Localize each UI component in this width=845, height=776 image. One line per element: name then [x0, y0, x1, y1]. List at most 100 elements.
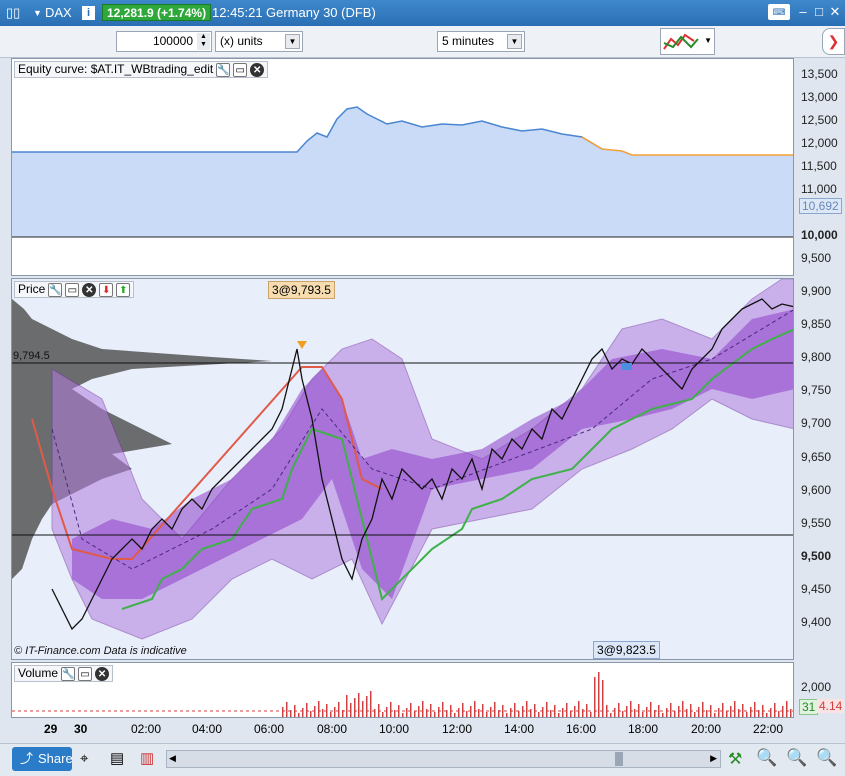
- volume-bar: [434, 712, 436, 717]
- time-tick: 10:00: [379, 722, 410, 736]
- side-panel-toggle[interactable]: ❯: [822, 28, 845, 55]
- arrow-down-icon[interactable]: ⬇: [99, 282, 114, 297]
- volume-bar: [474, 701, 476, 717]
- volume-bar: [322, 709, 324, 717]
- volume-bar: [650, 702, 652, 717]
- chevron-down-icon[interactable]: ▼: [507, 34, 522, 49]
- volume-bar: [402, 713, 404, 717]
- close-icon[interactable]: ✕: [82, 282, 97, 297]
- zoom-out-icon[interactable]: 🔍: [786, 748, 807, 768]
- volume-bar: [586, 704, 588, 717]
- volume-bar: [702, 702, 704, 717]
- scroll-right-icon[interactable]: ▶: [710, 753, 717, 764]
- close-icon[interactable]: ✕: [95, 666, 110, 681]
- volume-bar: [570, 711, 572, 717]
- price-tick: 9,850: [801, 317, 832, 331]
- arrow-up-icon[interactable]: ⬆: [116, 282, 131, 297]
- volume-bar: [414, 711, 416, 717]
- volume-bar: [550, 710, 552, 717]
- volume-bar: [610, 713, 612, 717]
- volume-axis: 2,000 31 4.14: [795, 662, 845, 718]
- bottom-toolbar: ⤴ Share ⌖ ▤ ▥ ◀ ▶ ⚒ 🔍 🔍 🔍: [0, 743, 845, 776]
- volume-bar: [590, 712, 592, 717]
- scroll-thumb[interactable]: [615, 752, 623, 766]
- info-icon[interactable]: i: [82, 6, 95, 20]
- price-tick: 9,900: [801, 284, 832, 298]
- wrench-icon[interactable]: 🔧: [61, 666, 76, 681]
- volume-bar: [366, 696, 368, 717]
- volume-bar: [578, 701, 580, 717]
- close-button[interactable]: ✕: [827, 4, 843, 20]
- price-tick: 9,400: [801, 615, 832, 629]
- scroll-left-icon[interactable]: ◀: [169, 753, 176, 764]
- bar-chart-icon[interactable]: ▥: [140, 749, 154, 767]
- chart-settings-icon[interactable]: ▤: [110, 749, 124, 767]
- zoom-in-icon[interactable]: 🔍: [816, 748, 837, 768]
- time-tick: 22:00: [753, 722, 784, 736]
- volume-bar: [662, 713, 664, 717]
- volume-bar: [426, 709, 428, 717]
- units-select[interactable]: (x) units ▼: [215, 31, 303, 52]
- stepper-arrows-icon[interactable]: ▲ ▼: [197, 33, 210, 50]
- quantity-stepper[interactable]: 100000 ▲ ▼: [116, 31, 212, 52]
- minimize-button[interactable]: –: [795, 4, 811, 20]
- volume-bar: [714, 713, 716, 717]
- price-tick: 9,600: [801, 483, 832, 497]
- chevron-down-icon[interactable]: ▼: [704, 36, 712, 45]
- volume-bar: [334, 707, 336, 717]
- order-tag-bottom[interactable]: 3@9,823.5: [593, 641, 660, 659]
- volume-bar: [422, 701, 424, 717]
- volume-bar: [478, 709, 480, 717]
- close-icon[interactable]: ✕: [250, 62, 265, 77]
- equity-tick: 12,000: [801, 136, 838, 150]
- volume-bar: [770, 708, 772, 717]
- volume-bar: [566, 703, 568, 717]
- equity-curve-panel[interactable]: Equity curve: $AT.IT_WBtrading_edit 🔧 ▭ …: [11, 58, 794, 276]
- toolbar: 100000 ▲ ▼ (x) units ▼ 5 minutes ▼ ▼ ❯: [0, 26, 845, 58]
- volume-bar: [338, 702, 340, 717]
- volume-bar: [462, 703, 464, 717]
- maximize-button[interactable]: □: [811, 4, 827, 20]
- volume-bar: [542, 707, 544, 717]
- wrench-icon[interactable]: 🔧: [216, 62, 231, 77]
- share-button[interactable]: ⤴ Share: [12, 747, 73, 771]
- chevron-down-icon[interactable]: ▼: [33, 8, 42, 18]
- chevron-down-icon[interactable]: ▼: [285, 34, 300, 49]
- time-tick: 12:00: [442, 722, 473, 736]
- timeframe-select[interactable]: 5 minutes ▼: [437, 31, 525, 52]
- time-tick: 02:00: [131, 722, 162, 736]
- time-tick: 29: [44, 722, 58, 736]
- volume-chart: [12, 672, 793, 717]
- volume-bar: [642, 712, 644, 717]
- window-icon[interactable]: ▭: [233, 62, 248, 77]
- wrench-icon[interactable]: 🔧: [48, 282, 63, 297]
- volume-bar: [442, 702, 444, 717]
- keyboard-icon[interactable]: ⌨: [768, 4, 790, 20]
- price-tick: 9,800: [801, 350, 832, 364]
- volume-bar: [438, 707, 440, 717]
- tools-icon[interactable]: ⚒: [728, 749, 742, 769]
- volume-bar: [306, 703, 308, 717]
- volume-bar: [514, 703, 516, 717]
- time-tick: 08:00: [317, 722, 348, 736]
- equity-tick: 11,500: [801, 159, 837, 173]
- cursor-icon[interactable]: ⌖: [80, 750, 88, 767]
- order-tag-top[interactable]: 3@9,793.5: [268, 281, 335, 299]
- volume-bar: [618, 703, 620, 717]
- equity-tick: 9,500: [801, 251, 832, 265]
- window-icon[interactable]: ▭: [78, 666, 93, 681]
- volume-bar: [302, 708, 304, 717]
- volume-panel[interactable]: Volume 🔧 ▭ ✕: [11, 662, 794, 718]
- horizontal-scrollbar[interactable]: ◀ ▶: [166, 750, 721, 768]
- indicator-button[interactable]: ▼: [660, 28, 715, 55]
- volume-bar: [562, 708, 564, 717]
- equity-tick: 13,000: [801, 90, 838, 104]
- volume-value-red: 4.14: [817, 699, 845, 713]
- volume-bar: [546, 702, 548, 717]
- instrument-name[interactable]: DAX: [45, 5, 72, 20]
- price-panel[interactable]: Price 🔧 ▭ ✕ ⬇ ⬆ 3@9,793.5 9,794.5 3@9,82…: [11, 278, 794, 660]
- window-icon[interactable]: ▭: [65, 282, 80, 297]
- chart-icon[interactable]: ▯▯: [6, 5, 20, 21]
- volume-bar: [718, 708, 720, 717]
- zoom-fit-icon[interactable]: 🔍: [756, 748, 777, 768]
